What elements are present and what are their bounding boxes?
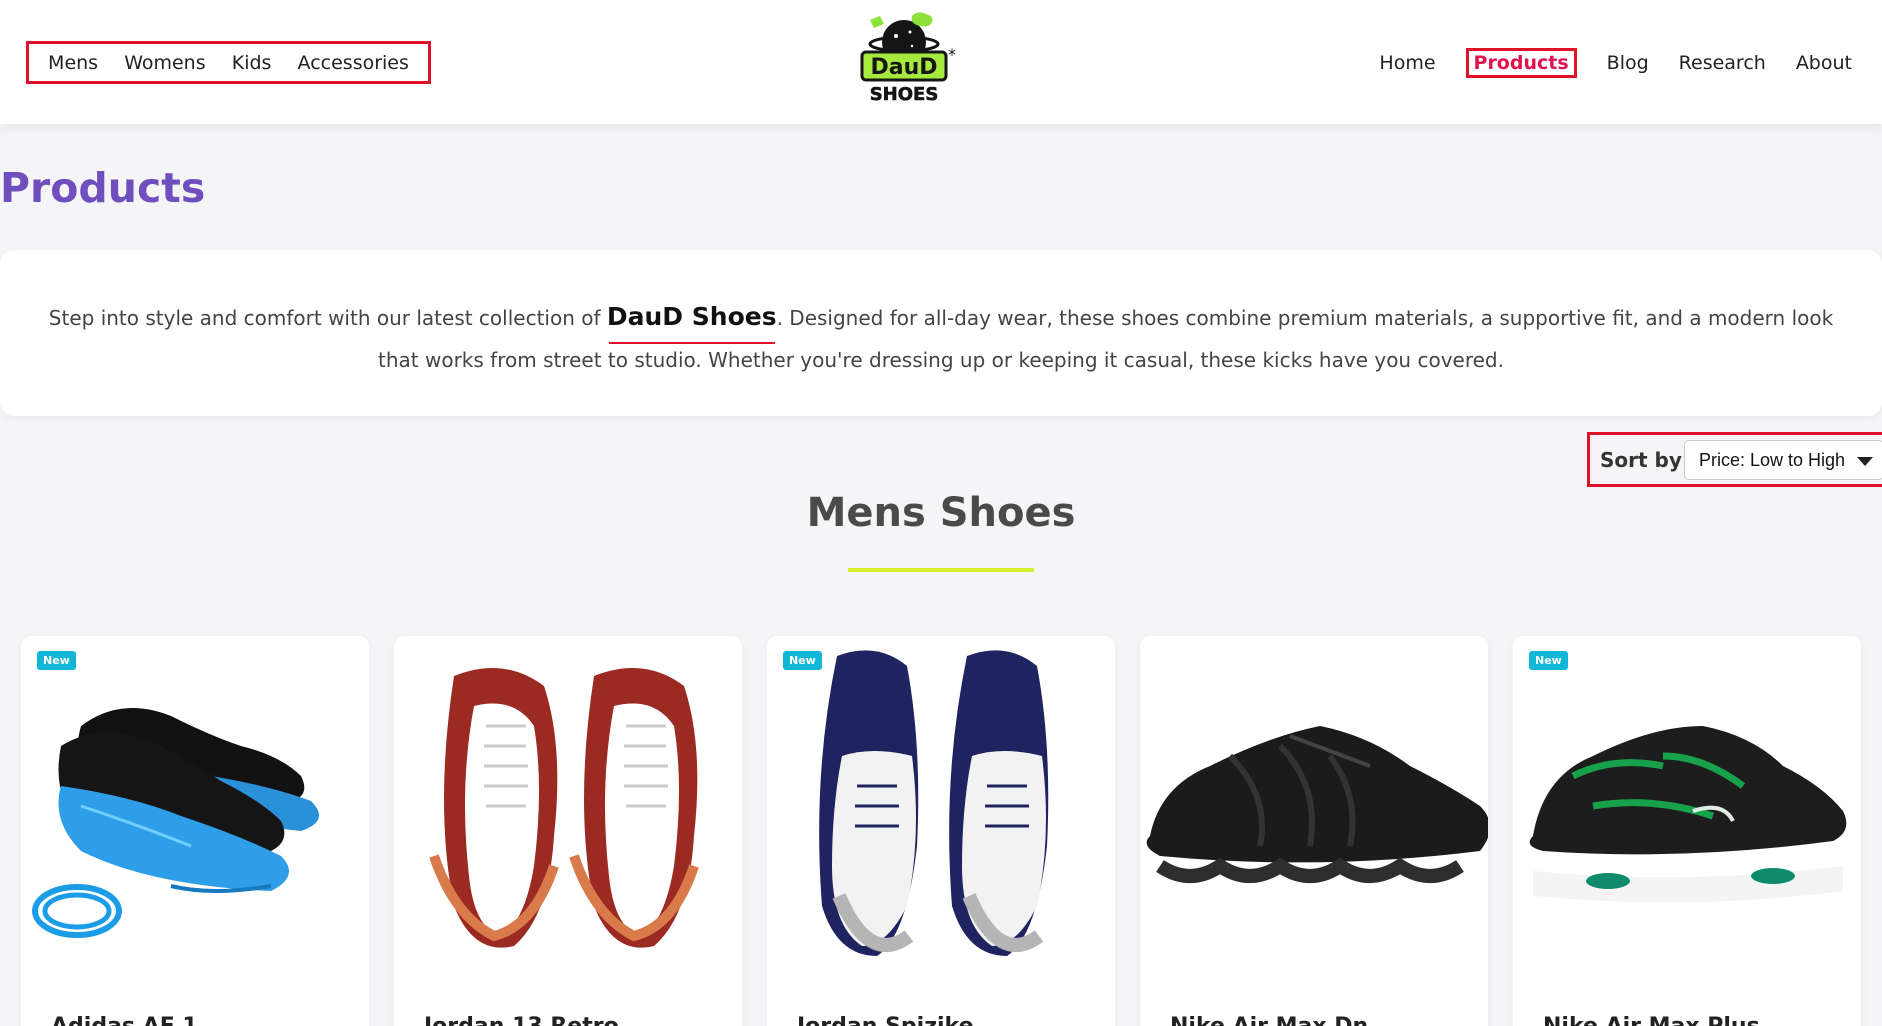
section-divider [848, 568, 1034, 572]
nav-accessories[interactable]: Accessories [298, 52, 409, 74]
section-title: Mens Shoes [806, 490, 1076, 536]
logo-graphic: DauD SHOES * [860, 12, 956, 105]
category-nav: Mens Womens Kids Accessories [26, 41, 431, 84]
shoe-image [819, 650, 1049, 956]
intro-text-before: Step into style and comfort with our lat… [48, 306, 607, 330]
product-name: Nike Air Max Dn [1170, 1014, 1460, 1026]
shoe-image [1146, 726, 1488, 883]
nav-womens[interactable]: Womens [124, 52, 205, 74]
main-nav: Home Products Blog Research About [1379, 43, 1852, 83]
new-badge: New [37, 651, 76, 670]
new-badge: New [1529, 651, 1568, 670]
svg-text:*: * [948, 45, 956, 64]
page-title: Products [0, 164, 206, 212]
sort-selected-value: Price: Low to High [1699, 449, 1846, 470]
product-card[interactable]: New Adidas AE 1 [21, 636, 369, 1026]
product-name: Nike Air Max Plus [1543, 1014, 1833, 1026]
nav-research[interactable]: Research [1679, 52, 1766, 74]
shoe-image [1529, 726, 1847, 903]
brand-name: DauD Shoes [607, 296, 777, 344]
site-logo[interactable]: DauD SHOES * [850, 6, 960, 110]
product-name: Jordan Spizike [797, 1014, 1087, 1026]
sort-control: Sort by Price: Low to High [1587, 432, 1882, 487]
nav-blog[interactable]: Blog [1607, 52, 1649, 74]
nav-products[interactable]: Products [1465, 48, 1577, 78]
shoe-image [32, 708, 319, 938]
shoe-image [429, 668, 699, 948]
svg-text:DauD: DauD [870, 55, 937, 80]
sort-select[interactable]: Price: Low to High [1684, 440, 1882, 480]
nav-home[interactable]: Home [1379, 52, 1435, 74]
intro-card: Step into style and comfort with our lat… [0, 250, 1882, 416]
nav-kids[interactable]: Kids [232, 52, 272, 74]
product-card[interactable]: Nike Air Max Dn [1140, 636, 1488, 1026]
svg-text:SHOES: SHOES [870, 84, 939, 105]
product-name: Jordan 13 Retro [424, 1014, 714, 1026]
product-card[interactable]: New Jordan Spizike [767, 636, 1115, 1026]
nav-mens[interactable]: Mens [48, 52, 98, 74]
intro-text: Step into style and comfort with our lat… [30, 296, 1852, 381]
sort-label: Sort by [1600, 447, 1682, 472]
site-header: Mens Womens Kids Accessories DauD SHOES … [0, 0, 1882, 124]
chevron-down-icon [1857, 457, 1873, 466]
product-card[interactable]: Jordan 13 Retro [394, 636, 742, 1026]
nav-about[interactable]: About [1796, 52, 1852, 74]
product-card[interactable]: New Nike Air Max Plus [1513, 636, 1861, 1026]
product-name: Adidas AE 1 [51, 1014, 341, 1026]
new-badge: New [783, 651, 822, 670]
